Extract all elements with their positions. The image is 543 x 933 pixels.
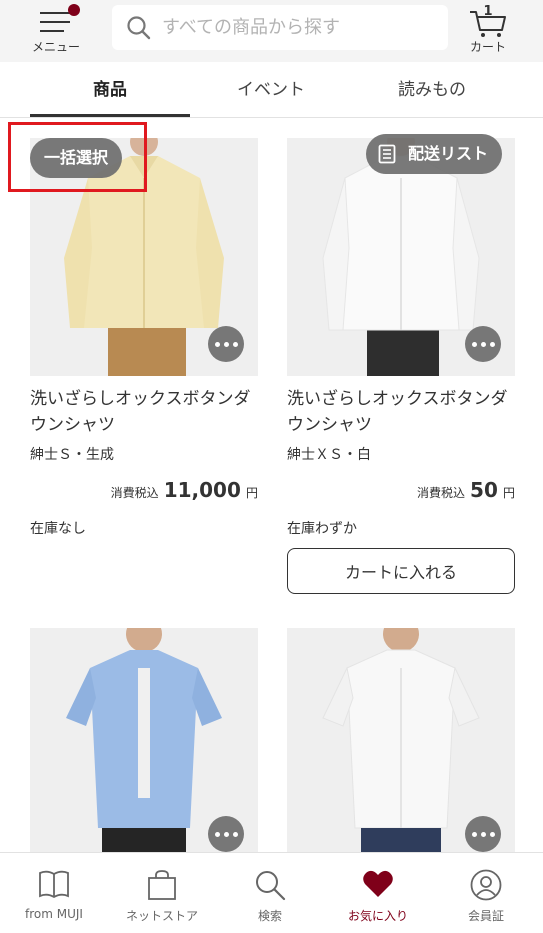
bottom-navigation: from MUJI ネットストア 検索 お気に入り 会員証 (0, 852, 543, 933)
active-tab-indicator (30, 114, 190, 117)
price-unit: 円 (502, 486, 515, 500)
more-options-button[interactable] (465, 816, 501, 852)
nav-item-net-store[interactable]: ネットストア (108, 853, 216, 933)
tab-events[interactable]: イベント (191, 62, 351, 118)
product-variant: 紳士Ｓ・生成 (30, 447, 114, 463)
member-icon (470, 869, 502, 901)
nav-label: from MUJI (25, 907, 83, 921)
cart-button[interactable]: 1 カート (462, 2, 514, 58)
search-input[interactable] (162, 5, 438, 50)
product-card[interactable]: 洗いざらしオックスボタンダウンシャツ 紳士Ｓ・生成 消費税込 11,000 円 … (30, 138, 258, 608)
stock-status: 在庫なし (30, 521, 86, 537)
nav-item-member-card[interactable]: 会員証 (432, 853, 540, 933)
highlight-box (8, 122, 147, 192)
menu-button[interactable]: メニュー (24, 4, 88, 58)
product-card[interactable] (30, 628, 258, 868)
stock-status: 在庫わずか (287, 521, 357, 537)
add-to-cart-button[interactable]: カートに入れる (287, 548, 515, 594)
nav-label: お気に入り (347, 909, 408, 923)
price-prefix: 消費税込 (416, 486, 465, 500)
delivery-list-label: 配送リスト (408, 144, 489, 163)
nav-item-from-muji[interactable]: from MUJI (0, 853, 108, 933)
notification-dot (68, 4, 80, 16)
product-variant: 紳士ＸＳ・白 (287, 447, 371, 463)
search-box[interactable] (112, 5, 448, 50)
cart-label: カート (469, 40, 506, 54)
price-unit: 円 (245, 486, 258, 500)
product-card[interactable]: 洗いざらしオックスボタンダウンシャツ 紳士ＸＳ・白 消費税込 50 円 在庫わず… (287, 138, 515, 608)
app-header: メニュー 1 カート (0, 0, 543, 62)
search-icon (256, 871, 286, 901)
nav-item-favorites[interactable]: お気に入り (324, 853, 432, 933)
price-prefix: 消費税込 (110, 486, 159, 500)
product-card[interactable] (287, 628, 515, 868)
product-image[interactable] (287, 628, 515, 866)
product-image[interactable] (30, 628, 258, 866)
more-options-button[interactable] (465, 326, 501, 362)
price-value: 11,000 (163, 478, 241, 502)
nav-label: 会員証 (467, 909, 504, 923)
nav-label: 検索 (257, 909, 282, 923)
menu-icon (40, 10, 70, 34)
menu-label: メニュー (31, 40, 80, 54)
heart-icon (363, 870, 393, 897)
search-icon (127, 16, 151, 40)
category-tabs: 商品 イベント 読みもの (0, 62, 543, 118)
product-title[interactable]: 洗いざらしオックスボタンダウンシャツ (287, 386, 515, 438)
more-options-button[interactable] (208, 326, 244, 362)
price-value: 50 (470, 478, 498, 502)
product-price: 消費税込 11,000 円 (111, 478, 258, 502)
cart-count: 1 (483, 4, 493, 19)
list-icon (378, 144, 396, 164)
delivery-list-button[interactable]: 配送リスト (366, 134, 503, 174)
shopping-bag-icon (148, 870, 176, 900)
nav-label: ネットストア (125, 909, 198, 923)
tab-products[interactable]: 商品 (30, 62, 190, 118)
tab-articles[interactable]: 読みもの (352, 62, 512, 118)
product-title[interactable]: 洗いざらしオックスボタンダウンシャツ (30, 386, 258, 438)
nav-item-search[interactable]: 検索 (216, 853, 324, 933)
more-options-button[interactable] (208, 816, 244, 852)
product-price: 消費税込 50 円 (417, 478, 515, 502)
book-icon (39, 870, 69, 899)
